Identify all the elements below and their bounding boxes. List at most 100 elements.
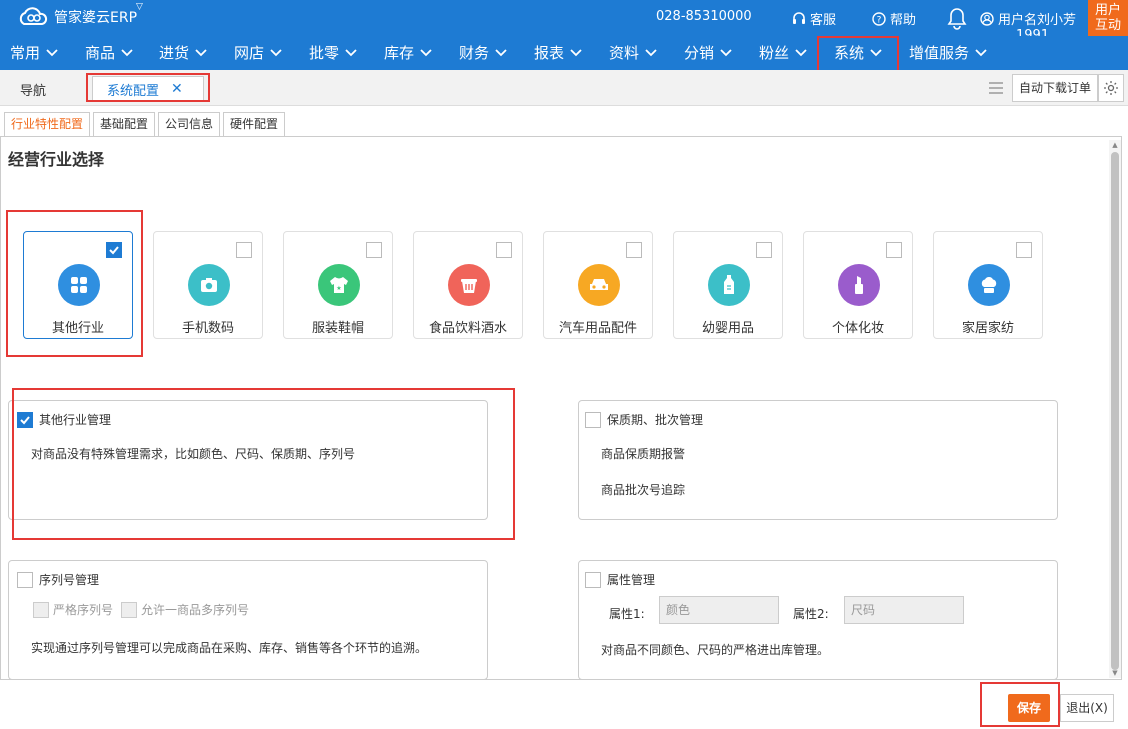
menu-item-reports[interactable]: 报表 [534, 42, 582, 63]
menu-label: 系统 [834, 44, 865, 62]
panel-other-industry: 其他行业管理 对商品没有特殊管理需求，比如颜色、尺码、保质期、序列号 [8, 400, 488, 520]
chevron-down-icon [975, 48, 987, 56]
industry-checkbox[interactable] [106, 242, 122, 258]
logo-text: 管家婆云ERP [54, 10, 138, 26]
industry-label: 手机数码 [181, 321, 234, 336]
panel-line: 商品保质期报警 [601, 447, 686, 461]
menu-label: 常用 [10, 44, 41, 62]
menu-item-value-added[interactable]: 增值服务 [909, 42, 987, 63]
shelf-batch-checkbox[interactable] [585, 411, 601, 428]
menu-item-common[interactable]: 常用 [10, 42, 58, 63]
menu-item-webstore[interactable]: 网店 [234, 42, 282, 63]
attr1-input[interactable]: 颜色 [659, 596, 779, 624]
tab-strip: 导航 系统配置 ✕ 自动下载订单 [0, 70, 1128, 106]
menu-label: 粉丝 [759, 44, 790, 62]
panel-head[interactable]: 保质期、批次管理 [585, 411, 703, 428]
industry-checkbox[interactable] [756, 242, 772, 258]
help-link[interactable]: ? 帮助 [872, 9, 916, 28]
chevron-down-icon [570, 48, 582, 56]
menu-item-product[interactable]: 商品 [85, 42, 133, 63]
industry-checkbox[interactable] [496, 242, 512, 258]
subtab-company-info[interactable]: 公司信息 [158, 112, 221, 136]
user-menu[interactable]: 用户名刘小芳 [980, 9, 1076, 28]
scroll-up-icon[interactable]: ▲ [1109, 140, 1121, 150]
panel-head[interactable]: 序列号管理 [17, 571, 99, 588]
panel-desc: 对商品没有特殊管理需求，比如颜色、尺码、保质期、序列号 [31, 447, 356, 461]
panel-head[interactable]: 其他行业管理 [17, 411, 111, 428]
industry-card-home[interactable]: 家居家纺 [933, 231, 1043, 339]
help-icon: ? [872, 11, 886, 26]
industry-card-baby[interactable]: 幼婴用品 [673, 231, 783, 339]
user-interact-button[interactable]: 用户 互动 [1088, 0, 1128, 36]
service-label: 客服 [810, 13, 837, 28]
multi-serial-checkbox[interactable] [121, 601, 138, 618]
interact-line1: 用户 [1094, 3, 1121, 18]
attr2-input[interactable]: 尺码 [844, 596, 964, 624]
industry-checkbox[interactable] [236, 242, 252, 258]
industry-card-cosmetics[interactable]: 个体化妆 [803, 231, 913, 339]
multi-serial-option[interactable]: 允许一商品多序列号 [121, 601, 249, 618]
serial-number-checkbox[interactable] [17, 571, 33, 588]
check-icon [20, 415, 30, 424]
industry-card-digital[interactable]: 手机数码 [153, 231, 263, 339]
menu-item-finance[interactable]: 财务 [459, 42, 507, 63]
panel-desc: 对商品不同颜色、尺码的严格进出库管理。 [601, 643, 830, 657]
logo[interactable]: 管家婆云ERP [16, 7, 137, 27]
panel-title: 保质期、批次管理 [607, 413, 704, 427]
industry-card-food[interactable]: 食品饮料酒水 [413, 231, 523, 339]
menu-item-distribution[interactable]: 分销 [684, 42, 732, 63]
scrollbar-thumb[interactable] [1111, 152, 1119, 670]
menu-item-data[interactable]: 资料 [609, 42, 657, 63]
strict-serial-checkbox[interactable] [33, 601, 49, 618]
menu-item-fans[interactable]: 粉丝 [759, 42, 807, 63]
menu-label: 资料 [609, 44, 640, 62]
menu-item-retail[interactable]: 批零 [309, 42, 357, 63]
industry-card-auto[interactable]: 汽车用品配件 [543, 231, 653, 339]
phone-number: 028-85310000 [656, 9, 752, 24]
menu-item-inventory[interactable]: 库存 [384, 42, 432, 63]
chevron-down-icon [420, 48, 432, 56]
menu-item-system[interactable]: 系统 [834, 42, 882, 63]
menu-item-purchase[interactable]: 进货 [159, 42, 207, 63]
serial-options: 严格序列号 允许一商品多序列号 [33, 601, 249, 618]
scroll-down-icon[interactable]: ▼ [1109, 668, 1121, 678]
strict-serial-option[interactable]: 严格序列号 [33, 601, 113, 618]
tab-system-config[interactable]: 系统配置 ✕ [92, 76, 204, 102]
industry-checkbox[interactable] [366, 242, 382, 258]
logo-caret-icon[interactable]: ▽ [136, 2, 143, 12]
industry-checkbox[interactable] [886, 242, 902, 258]
tab-navigation[interactable]: 导航 [20, 80, 46, 99]
chevron-down-icon [46, 48, 58, 56]
industry-card-apparel[interactable]: ★ 服装鞋帽 [283, 231, 393, 339]
menu-label: 商品 [85, 44, 116, 62]
industry-label: 家居家纺 [961, 321, 1014, 336]
industry-label: 食品饮料酒水 [428, 321, 507, 336]
auto-download-orders-button[interactable]: 自动下载订单 [1012, 74, 1098, 102]
menu-label: 报表 [534, 44, 565, 62]
attribute-checkbox[interactable] [585, 571, 601, 588]
subtab-hardware-config[interactable]: 硬件配置 [223, 112, 286, 136]
headset-icon [793, 11, 805, 24]
exit-button[interactable]: 退出(X) [1060, 694, 1114, 722]
bell-icon[interactable] [946, 6, 968, 30]
panel-head[interactable]: 属性管理 [585, 571, 655, 588]
attr2-label: 属性2: [793, 607, 829, 621]
close-icon[interactable]: ✕ [171, 81, 183, 97]
other-industry-checkbox[interactable] [17, 411, 33, 428]
svg-text:?: ? [877, 15, 882, 25]
service-link[interactable]: 客服 [792, 9, 836, 28]
chevron-down-icon [270, 48, 282, 56]
svg-text:★: ★ [336, 285, 341, 292]
subtab-industry-config[interactable]: 行业特性配置 [4, 112, 91, 136]
chevron-down-icon [795, 48, 807, 56]
chevron-down-icon [345, 48, 357, 56]
subtab-basic-config[interactable]: 基础配置 [93, 112, 156, 136]
save-button[interactable]: 保存 [1008, 694, 1050, 722]
industry-checkbox[interactable] [626, 242, 642, 258]
industry-label: 其他行业 [51, 321, 104, 336]
settings-button[interactable] [1098, 74, 1124, 102]
chevron-down-icon [645, 48, 657, 56]
industry-checkbox[interactable] [1016, 242, 1032, 258]
industry-card-other[interactable]: 其他行业 [23, 231, 133, 339]
list-icon[interactable] [988, 81, 1004, 95]
